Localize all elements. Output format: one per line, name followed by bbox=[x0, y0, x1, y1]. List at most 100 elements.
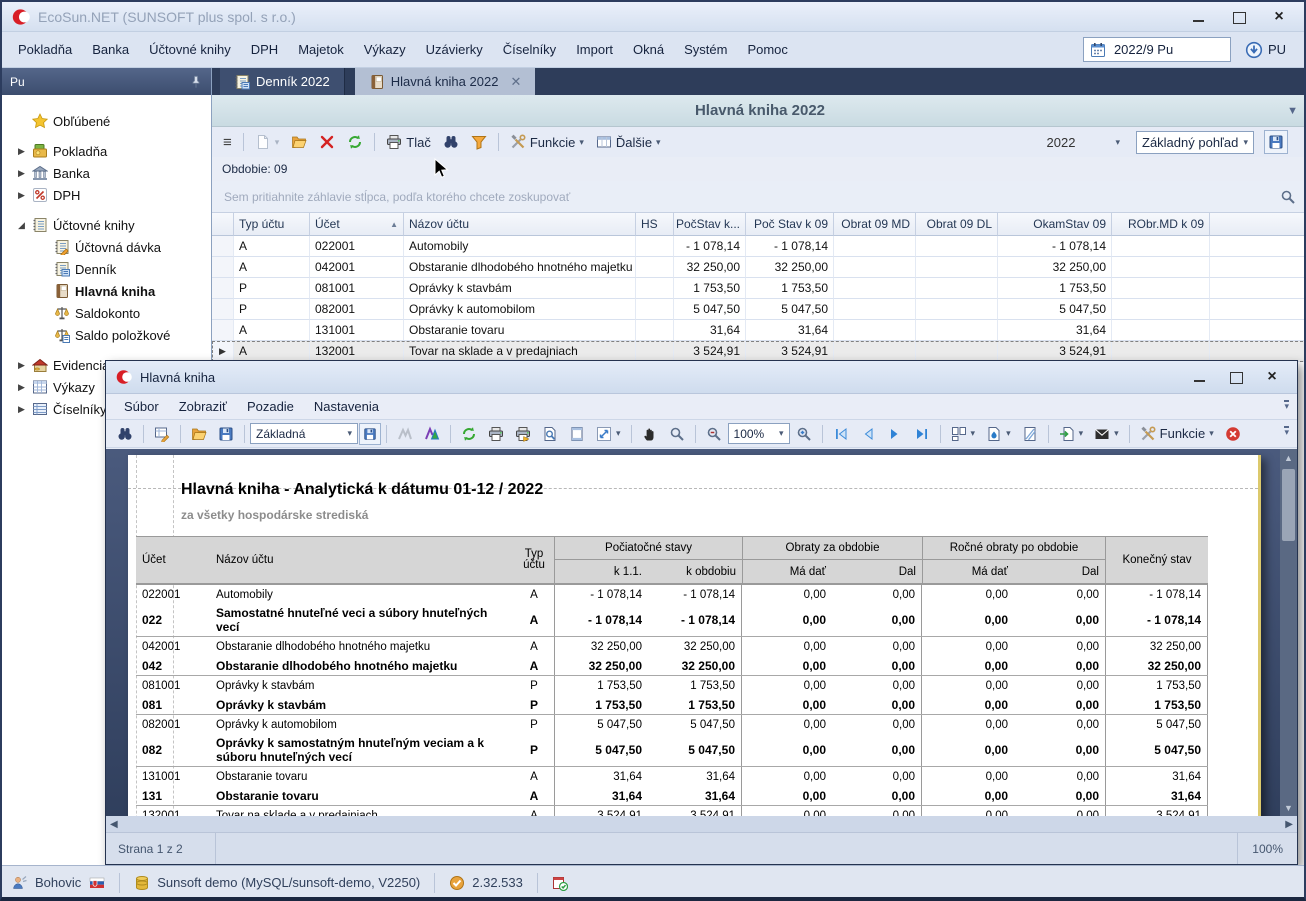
print-button[interactable]: Tlač bbox=[381, 130, 436, 154]
sidebar-item--tovn-knihy[interactable]: ◢Účtovné knihy bbox=[2, 215, 211, 235]
header-chevron-down-icon[interactable]: ▼ bbox=[1287, 105, 1298, 117]
previous-page-button[interactable] bbox=[855, 426, 881, 442]
background-color-button[interactable]: ▾ bbox=[981, 422, 1016, 446]
child-menu-zobrazit[interactable]: Zobraziť bbox=[169, 395, 237, 418]
grid-cell[interactable]: 32 250,00 bbox=[674, 257, 746, 278]
grid-column-header[interactable]: Typ účtu bbox=[234, 213, 310, 236]
sidebar-header[interactable]: Pu bbox=[2, 68, 211, 95]
grid-cell[interactable]: Oprávky k stavbám bbox=[404, 278, 636, 299]
table-row[interactable]: A022001Automobily- 1 078,14- 1 078,14- 1… bbox=[212, 236, 1306, 257]
grid-cell[interactable] bbox=[834, 320, 916, 341]
grid-cell[interactable] bbox=[1112, 278, 1210, 299]
child-menu-nastavenia[interactable]: Nastavenia bbox=[304, 395, 389, 418]
collapse-arrow-icon[interactable]: ▶ bbox=[16, 146, 27, 157]
table-row[interactable]: A042001Obstaranie dlhodobého hnotného ma… bbox=[212, 257, 1306, 278]
grid-cell[interactable]: 31,64 bbox=[746, 320, 834, 341]
delete-button[interactable] bbox=[314, 130, 340, 154]
menu-dph[interactable]: DPH bbox=[241, 36, 288, 63]
menu-banka[interactable]: Banka bbox=[82, 36, 139, 63]
grid-column-header[interactable]: Obrat 09 MD bbox=[834, 213, 916, 236]
grid-cell[interactable] bbox=[636, 257, 674, 278]
scrollbar-thumb[interactable] bbox=[1282, 469, 1295, 541]
grid-cell[interactable] bbox=[1112, 257, 1210, 278]
menu-ciselniky[interactable]: Číselníky bbox=[493, 36, 566, 63]
grid-cell[interactable]: - 1 078,14 bbox=[674, 236, 746, 257]
maximize-button[interactable] bbox=[1232, 10, 1246, 24]
menu-okna[interactable]: Okná bbox=[623, 36, 674, 63]
preview-search-button[interactable] bbox=[112, 422, 138, 446]
menu-majetok[interactable]: Majetok bbox=[288, 36, 354, 63]
page-setup-button[interactable] bbox=[564, 422, 590, 446]
view-preset-selector[interactable]: Základný pohľad ▾ bbox=[1136, 131, 1254, 154]
save-view-button[interactable] bbox=[1264, 130, 1288, 154]
collapse-arrow-icon[interactable]: ▶ bbox=[16, 190, 27, 201]
menu-uzavierky[interactable]: Uzávierky bbox=[416, 36, 493, 63]
menu-pomoc[interactable]: Pomoc bbox=[737, 36, 797, 63]
grid-cell[interactable] bbox=[1112, 341, 1210, 362]
grid-cell[interactable]: Tovar na sklade a v predajniach bbox=[404, 341, 636, 362]
grid-column-header[interactable]: Obrat 09 DL bbox=[916, 213, 998, 236]
grid-cell[interactable]: 132001 bbox=[310, 341, 404, 362]
grid-cell[interactable]: A bbox=[234, 257, 310, 278]
print-preview[interactable]: Hlavná kniha - Analytická k dátumu 01-12… bbox=[106, 449, 1297, 816]
minimize-button[interactable] bbox=[1192, 10, 1206, 24]
grid-cell[interactable] bbox=[916, 236, 998, 257]
table-row[interactable]: ▶A132001Tovar na sklade a v predajniach3… bbox=[212, 341, 1306, 362]
preview-button[interactable] bbox=[537, 422, 563, 446]
save-layout-button[interactable] bbox=[359, 423, 381, 445]
hand-tool-button[interactable] bbox=[637, 422, 663, 446]
child-menu-subor[interactable]: Súbor bbox=[114, 395, 169, 418]
collapse-arrow-icon[interactable]: ▶ bbox=[16, 404, 27, 415]
export-button[interactable]: ▾ bbox=[1054, 422, 1089, 446]
grid-column-header[interactable]: OkamStav 09 bbox=[998, 213, 1112, 236]
grid-cell[interactable]: 1 753,50 bbox=[746, 278, 834, 299]
watermark-page-button[interactable] bbox=[1017, 422, 1043, 446]
grid-cell[interactable]: - 1 078,14 bbox=[746, 236, 834, 257]
grid-cell[interactable]: 081001 bbox=[310, 278, 404, 299]
collapse-arrow-icon[interactable]: ▶ bbox=[16, 382, 27, 393]
print-report-button[interactable] bbox=[483, 422, 509, 446]
grid-cell[interactable]: Obstaranie dlhodobého hnotného majetku bbox=[404, 257, 636, 278]
close-preview-button[interactable] bbox=[1220, 422, 1246, 446]
grid-cell[interactable] bbox=[916, 278, 998, 299]
collapse-arrow-icon[interactable]: ▶ bbox=[16, 360, 27, 371]
grid-cell[interactable]: A bbox=[234, 341, 310, 362]
scroll-down-icon[interactable]: ▼ bbox=[1280, 799, 1297, 816]
more-button[interactable]: Ďalšie ▾ bbox=[591, 130, 666, 154]
scroll-up-icon[interactable]: ▲ bbox=[1280, 449, 1297, 466]
pin-icon[interactable] bbox=[189, 75, 203, 89]
menu-pokladna[interactable]: Pokladňa bbox=[8, 36, 82, 63]
watermark-on-button[interactable] bbox=[419, 422, 445, 446]
grid-column-header[interactable]: Účet▲ bbox=[310, 213, 404, 236]
grid-cell[interactable]: 32 250,00 bbox=[998, 257, 1112, 278]
grid-cell[interactable]: Oprávky k automobilom bbox=[404, 299, 636, 320]
menu-overflow-icon[interactable]: ▾ bbox=[1284, 400, 1289, 409]
tab-dennik-2022[interactable]: Denník 2022 bbox=[220, 68, 345, 95]
grid-cell[interactable]: 1 753,50 bbox=[998, 278, 1112, 299]
grid-cell[interactable] bbox=[916, 320, 998, 341]
period-selector[interactable]: 2022/9 Pu bbox=[1083, 37, 1231, 62]
grid-cell[interactable] bbox=[636, 278, 674, 299]
grid-cell[interactable]: 3 524,91 bbox=[746, 341, 834, 362]
grid-cell[interactable] bbox=[916, 299, 998, 320]
expand-arrow-icon[interactable]: ◢ bbox=[16, 220, 27, 231]
scroll-right-icon[interactable]: ▶ bbox=[1285, 819, 1293, 830]
grid-cell[interactable] bbox=[834, 236, 916, 257]
table-row[interactable]: A131001Obstaranie tovaru31,6431,6431,64 bbox=[212, 320, 1306, 341]
child-minimize-button[interactable] bbox=[1193, 370, 1207, 384]
grid-cell[interactable]: 082001 bbox=[310, 299, 404, 320]
grid-cell[interactable]: 5 047,50 bbox=[746, 299, 834, 320]
magnifier-tool-button[interactable] bbox=[664, 422, 690, 446]
pu-button[interactable]: PU bbox=[1245, 41, 1286, 59]
zoom-out-button[interactable] bbox=[701, 422, 727, 446]
preview-vertical-scrollbar[interactable]: ▲ ▼ bbox=[1280, 449, 1297, 816]
sidebar-item-poklad-a[interactable]: ▶Pokladňa bbox=[2, 141, 211, 161]
sidebar-item-hlavn-kniha[interactable]: Hlavná kniha bbox=[2, 281, 211, 301]
menu-import[interactable]: Import bbox=[566, 36, 623, 63]
grid-cell[interactable] bbox=[834, 257, 916, 278]
quick-print-button[interactable] bbox=[510, 422, 536, 446]
grid-cell[interactable] bbox=[1112, 320, 1210, 341]
tab-hlavna-kniha-2022[interactable]: Hlavná kniha 2022 ✕ bbox=[355, 68, 536, 95]
grid-cell[interactable]: 31,64 bbox=[674, 320, 746, 341]
search-icon[interactable] bbox=[1280, 189, 1296, 205]
